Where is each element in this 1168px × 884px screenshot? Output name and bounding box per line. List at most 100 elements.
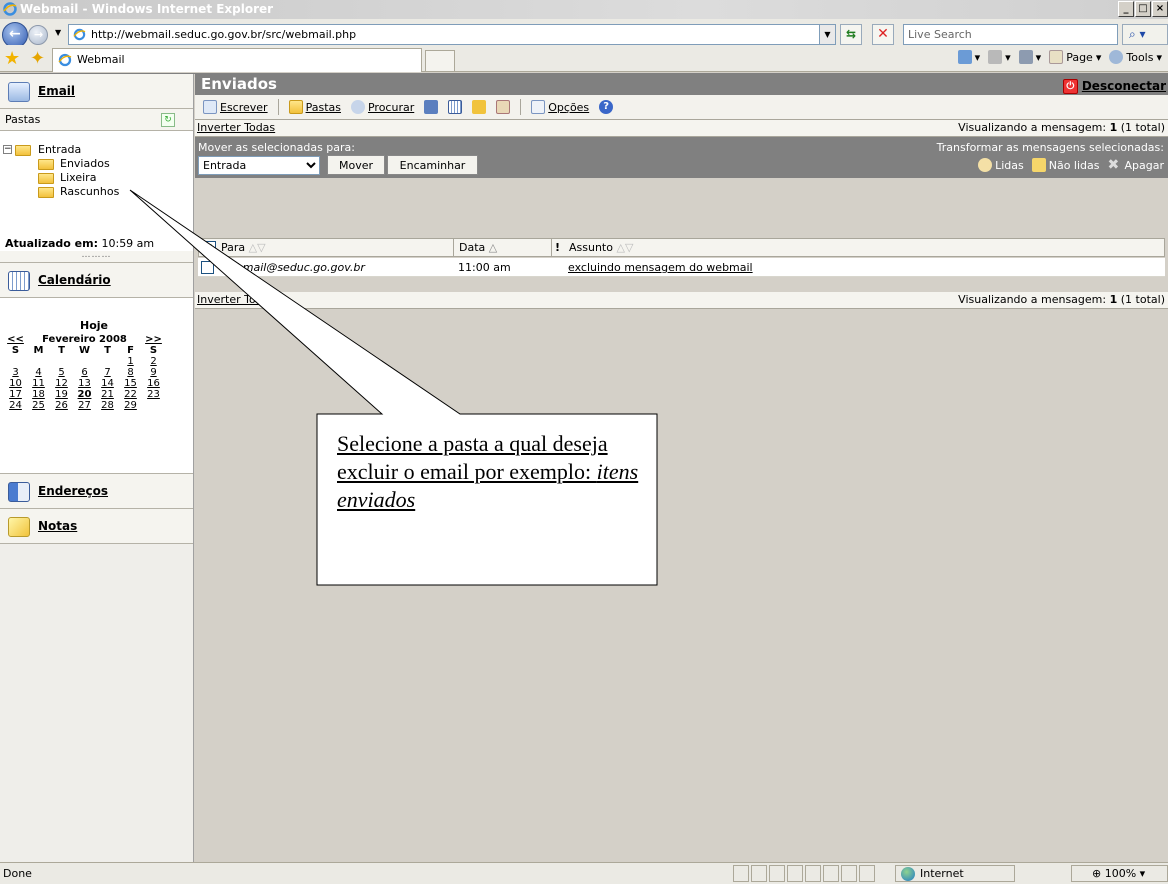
sidebar-addresses-header[interactable]: Endereços — [0, 474, 193, 509]
calendar-day[interactable]: 23 — [142, 389, 165, 400]
favorites-star-icon[interactable]: ★ — [4, 48, 20, 69]
page-menu[interactable]: Page ▾ — [1049, 50, 1101, 64]
calendar-button[interactable] — [448, 100, 463, 114]
sidebar-email-header[interactable]: Email — [0, 74, 193, 109]
calendar-day[interactable]: 21 — [96, 389, 119, 400]
invert-all-link[interactable]: Inverter Todas — [197, 293, 275, 306]
calendar-day[interactable]: 3 — [4, 367, 27, 378]
zoom-control[interactable]: ⊕ 100% ▾ — [1071, 865, 1168, 882]
notes-link[interactable]: Notas — [38, 519, 77, 533]
select-all-checkbox[interactable]: ✓ — [202, 241, 216, 255]
refresh-folders-icon[interactable]: ↻ — [161, 113, 175, 127]
tab-webmail[interactable]: Webmail — [52, 48, 422, 72]
addresses-link[interactable]: Endereços — [38, 484, 108, 498]
calendar-day[interactable]: 22 — [119, 389, 142, 400]
calendar-day[interactable]: 17 — [4, 389, 27, 400]
folder-icon — [38, 187, 54, 198]
calendar-day[interactable]: 24 — [4, 400, 27, 411]
today-link[interactable]: Hoje — [0, 319, 188, 332]
search-tb-label: Procurar — [367, 100, 415, 114]
calendar-day[interactable]: 4 — [27, 367, 50, 378]
calendar-link[interactable]: Calendário — [38, 273, 111, 287]
mark-unread-button[interactable]: Não lidas — [1031, 158, 1100, 172]
calendar-day[interactable]: 16 — [142, 378, 165, 389]
home-button[interactable]: ▾ — [957, 50, 980, 64]
maximize-button[interactable]: □ — [1135, 1, 1151, 17]
calendar-day[interactable]: 25 — [27, 400, 50, 411]
calendar-day[interactable]: 7 — [96, 367, 119, 378]
help-button[interactable]: ? — [599, 100, 614, 114]
message-row[interactable]: webmail@seduc.go.gov.br 11:00 am excluin… — [198, 258, 1165, 277]
move-target-select[interactable]: Entrada — [198, 156, 320, 175]
calendar-day[interactable]: 29 — [119, 400, 142, 411]
calendar-day[interactable]: 8 — [119, 367, 142, 378]
move-label: Mover as selecionadas para: — [198, 141, 355, 154]
print-button[interactable]: ▾ — [1018, 50, 1041, 64]
folder-rascunhos[interactable]: Rascunhos — [0, 185, 193, 199]
prev-month-link[interactable]: << — [4, 334, 27, 345]
security-zone[interactable]: Internet — [895, 865, 1015, 882]
stop-button[interactable]: ✕ — [872, 24, 894, 45]
separator — [453, 239, 454, 257]
column-date[interactable]: Data △ — [459, 239, 497, 257]
calendar-day[interactable]: 15 — [119, 378, 142, 389]
close-button[interactable]: × — [1152, 1, 1168, 17]
new-tab-button[interactable] — [425, 50, 455, 72]
calendar-day[interactable]: 2 — [142, 356, 165, 367]
calendar-day[interactable]: 6 — [73, 367, 96, 378]
column-to[interactable]: Para △▽ — [221, 239, 266, 257]
folder-lixeira[interactable]: Lixeira — [0, 171, 193, 185]
column-subject[interactable]: Assunto △▽ — [569, 239, 633, 257]
sidebar-calendar-header[interactable]: Calendário — [0, 263, 193, 298]
calendar-day[interactable]: 19 — [50, 389, 73, 400]
priority-icon[interactable]: ! — [555, 239, 560, 257]
calendar-day[interactable]: 1 — [119, 356, 142, 367]
next-month-link[interactable]: >> — [142, 334, 165, 345]
calendar-day[interactable]: 9 — [142, 367, 165, 378]
address-dropdown-icon[interactable]: ▼ — [819, 24, 836, 45]
mark-read-button[interactable]: Lidas — [978, 158, 1024, 172]
calendar-day[interactable]: 27 — [73, 400, 96, 411]
calendar-day[interactable]: 28 — [96, 400, 119, 411]
address-bar[interactable]: http://webmail.seduc.go.gov.br/src/webma… — [68, 24, 836, 45]
tools-menu[interactable]: Tools ▾ — [1109, 50, 1162, 64]
refresh-button[interactable]: ⇆ — [840, 24, 862, 45]
folder-entrada[interactable]: − Entrada — [0, 143, 193, 157]
calendar-day[interactable]: 11 — [27, 378, 50, 389]
feeds-button[interactable]: ▾ — [988, 50, 1011, 64]
sidebar-notes-header[interactable]: Notas — [0, 509, 193, 544]
forward-mail-button[interactable]: Encaminhar — [387, 155, 478, 175]
compose-button[interactable]: Escrever — [203, 100, 268, 114]
folder-enviados[interactable]: Enviados — [0, 157, 193, 171]
move-button[interactable]: Mover — [327, 155, 385, 175]
message-subject[interactable]: excluindo mensagem do webmail — [568, 258, 753, 276]
search-mail-button[interactable]: Procurar — [350, 100, 415, 114]
tasks-button[interactable] — [496, 100, 511, 114]
calendar-day[interactable]: 18 — [27, 389, 50, 400]
forward-button[interactable]: → — [28, 25, 48, 45]
invert-all-link[interactable]: Inverter Todas — [197, 121, 275, 134]
resize-grip[interactable]: ……… — [0, 251, 193, 263]
history-dropdown-icon[interactable]: ▼ — [55, 28, 61, 37]
folders-bar: Pastas ↻ — [0, 109, 193, 131]
collapse-icon[interactable]: − — [3, 145, 12, 154]
minimize-button[interactable]: _ — [1118, 1, 1134, 17]
calendar-day-today[interactable]: 20 — [73, 389, 96, 400]
calendar-day[interactable]: 12 — [50, 378, 73, 389]
address-book-button[interactable] — [424, 100, 439, 114]
delete-button[interactable]: ✖ Apagar — [1108, 158, 1165, 172]
options-button[interactable]: Opções — [531, 100, 589, 114]
message-checkbox[interactable] — [201, 261, 214, 274]
folders-button[interactable]: Pastas — [288, 100, 341, 114]
search-button[interactable]: ⌕ ▾ — [1122, 24, 1168, 45]
calendar-day[interactable]: 10 — [4, 378, 27, 389]
notes-button[interactable] — [472, 100, 487, 114]
calendar-day[interactable]: 14 — [96, 378, 119, 389]
calendar-day[interactable]: 13 — [73, 378, 96, 389]
logout-button[interactable]: ⏻ Desconectar — [1062, 76, 1166, 96]
search-input[interactable]: Live Search — [903, 24, 1118, 45]
add-favorites-icon[interactable]: ✦ — [30, 48, 45, 69]
calendar-day[interactable]: 26 — [50, 400, 73, 411]
email-link[interactable]: Email — [38, 84, 75, 98]
calendar-day[interactable]: 5 — [50, 367, 73, 378]
